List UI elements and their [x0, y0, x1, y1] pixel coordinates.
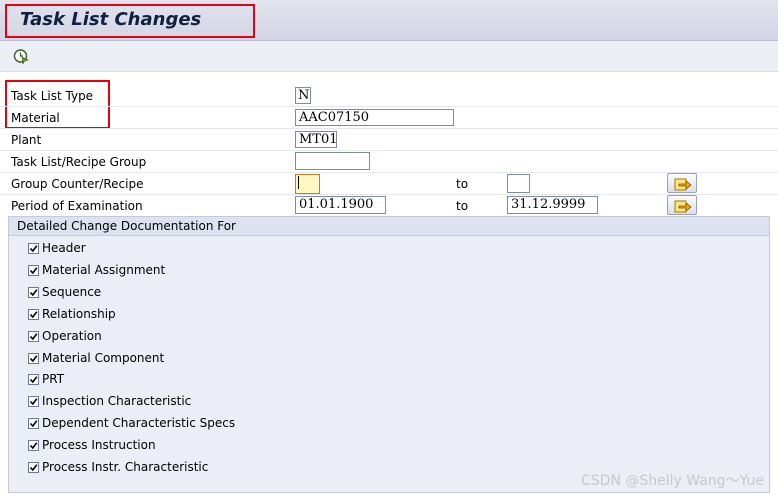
checkmark-icon	[29, 245, 38, 253]
period-row: Period of Examination 01.01.1900 to 31.1…	[0, 195, 778, 217]
checkbox-box[interactable]	[28, 374, 39, 386]
checkbox-label: Relationship	[42, 306, 116, 321]
group-header: Detailed Change Documentation For	[9, 217, 769, 236]
title-highlight-box	[5, 4, 255, 38]
group-counter-row: Group Counter/Recipe to	[0, 173, 778, 195]
group-row: Task List/Recipe Group	[0, 151, 778, 173]
checkmark-icon	[29, 464, 38, 472]
checkbox-box[interactable]	[28, 418, 39, 430]
watermark: CSDN @Shelly Wang～Yue	[581, 473, 764, 489]
period-to-label: to	[456, 199, 469, 213]
plant-label: Plant	[11, 133, 42, 147]
task-list-type-label: Task List Type	[11, 89, 94, 103]
checkbox-label: Material Assignment	[42, 262, 166, 277]
checkbox-label: Header	[42, 241, 86, 255]
checkmark-icon	[29, 420, 38, 428]
checkbox-box[interactable]	[28, 396, 39, 408]
checkbox-box[interactable]	[28, 330, 39, 342]
task-list-type-row: Task List Type N	[0, 85, 778, 107]
group-counter-to-label: to	[456, 177, 469, 191]
plant-field[interactable]: MT01	[295, 131, 337, 148]
change-documentation-group: Detailed Change Documentation For Header…	[8, 216, 770, 493]
checkmark-icon	[29, 442, 38, 450]
execute-clock-icon[interactable]	[13, 48, 29, 66]
checkmark-icon	[29, 398, 38, 406]
group-title: Detailed Change Documentation For	[17, 219, 236, 233]
multiple-selection-arrow-icon	[674, 178, 692, 191]
group-counter-multiple-selection-button[interactable]	[667, 173, 697, 193]
period-multiple-selection-button[interactable]	[667, 195, 697, 215]
checkbox-box[interactable]	[28, 308, 39, 320]
checkmark-icon	[29, 289, 38, 297]
group-field[interactable]	[295, 152, 370, 170]
checkbox-label: Material Component	[42, 350, 165, 365]
application-toolbar	[0, 41, 778, 72]
checkmark-icon	[29, 267, 38, 275]
period-to-field[interactable]: 31.12.9999	[507, 196, 598, 214]
group-counter-label: Group Counter/Recipe	[11, 177, 144, 191]
checkbox-label: PRT	[42, 372, 65, 387]
checkbox-box[interactable]	[28, 243, 39, 254]
group-counter-from-field[interactable]	[295, 174, 320, 194]
checkmark-icon	[29, 376, 38, 384]
checkbox-box[interactable]	[28, 264, 39, 276]
material-row: Material AAC07150	[0, 107, 778, 129]
checkmark-icon	[29, 310, 38, 318]
period-label: Period of Examination	[11, 199, 143, 213]
group-counter-to-field[interactable]	[507, 174, 530, 193]
checkbox-box[interactable]	[28, 352, 39, 364]
task-list-type-field[interactable]: N	[295, 87, 311, 104]
checkbox-label: Process Instruction	[42, 438, 156, 453]
checkbox-label: Dependent Characteristic Specs	[42, 416, 236, 431]
checkbox-label: Inspection Characteristic	[42, 394, 192, 409]
material-label: Material	[11, 111, 60, 125]
text-cursor	[298, 176, 299, 189]
plant-row: Plant MT01	[0, 129, 778, 151]
checkmark-icon	[29, 332, 38, 340]
checkbox-box[interactable]	[28, 286, 39, 298]
checkmark-icon	[29, 354, 38, 362]
checkbox-box[interactable]	[28, 462, 39, 473]
checkbox-label: Operation	[42, 328, 102, 343]
group-label: Task List/Recipe Group	[11, 155, 147, 169]
period-from-field[interactable]: 01.01.1900	[295, 196, 386, 214]
multiple-selection-arrow-icon	[674, 200, 692, 213]
checkbox-label: Process Instr. Characteristic	[42, 460, 209, 474]
checkbox-box[interactable]	[28, 440, 39, 452]
checkbox-label: Sequence	[42, 284, 102, 299]
material-field[interactable]: AAC07150	[295, 109, 454, 126]
